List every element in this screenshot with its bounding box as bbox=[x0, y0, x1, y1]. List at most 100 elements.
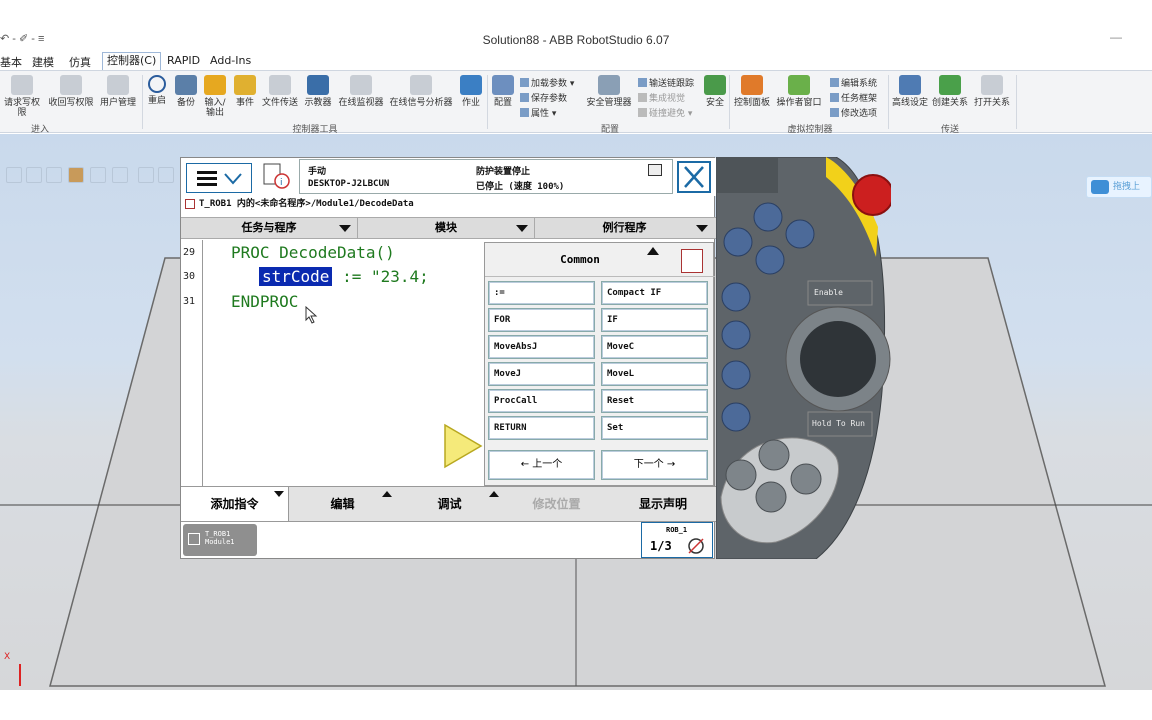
collision-icon bbox=[638, 108, 647, 117]
line-settings-button[interactable]: 高线设定 bbox=[890, 75, 930, 108]
backup-button[interactable]: 备份 bbox=[173, 75, 199, 108]
selected-token[interactable]: strCode bbox=[259, 267, 333, 286]
view-tool-icon[interactable] bbox=[90, 167, 106, 183]
tab-modules[interactable]: 模块 bbox=[358, 218, 535, 238]
menu-bar: 基本 建模 仿真 控制器(C) RAPID Add-Ins bbox=[0, 52, 1152, 70]
pendant-key-1[interactable] bbox=[724, 203, 752, 231]
load-parameters-button[interactable]: 加载参数 ▾ bbox=[520, 76, 574, 89]
step-back-button[interactable] bbox=[726, 460, 756, 490]
minimize-button[interactable]: — bbox=[1110, 30, 1122, 44]
instr-return[interactable]: RETURN bbox=[488, 416, 595, 440]
configuration-button[interactable]: 配置 bbox=[490, 75, 516, 108]
code-line[interactable]: strCode := "23.4; bbox=[259, 267, 429, 286]
debug-button[interactable]: 调试 bbox=[396, 487, 503, 521]
step-forward-button[interactable] bbox=[791, 464, 821, 494]
close-button[interactable] bbox=[677, 161, 711, 193]
show-declarations-button[interactable]: 显示声明 bbox=[610, 487, 716, 521]
edit-system-button[interactable]: 编辑系统 bbox=[830, 76, 877, 89]
tab-tasks-programs[interactable]: 任务与程序 bbox=[181, 218, 358, 238]
instr-if[interactable]: IF bbox=[601, 308, 708, 332]
flexpendant-icon bbox=[307, 75, 329, 95]
events-button[interactable]: 事件 bbox=[232, 75, 258, 108]
pendant-window-controls[interactable] bbox=[726, 162, 778, 174]
integrated-vision-button[interactable]: 集成视觉 bbox=[638, 91, 685, 104]
event-log-icon[interactable]: i bbox=[261, 162, 293, 192]
save-icon bbox=[520, 93, 529, 102]
jobs-button[interactable]: 作业 bbox=[458, 75, 484, 108]
create-relation-button[interactable]: 创建关系 bbox=[930, 75, 970, 108]
modify-position-button[interactable]: 修改位置 bbox=[503, 487, 610, 521]
restart-button[interactable]: 重启 bbox=[144, 75, 170, 106]
code-line[interactable]: ENDPROC bbox=[231, 292, 298, 311]
view-tool-icon[interactable] bbox=[6, 167, 22, 183]
online-monitor-button[interactable]: 在线监视器 bbox=[336, 75, 386, 108]
edit-button[interactable]: 编辑 bbox=[289, 487, 396, 521]
view-tool-icon[interactable] bbox=[46, 167, 62, 183]
instruction-list-icon[interactable] bbox=[681, 249, 703, 273]
instr-proccall[interactable]: ProcCall bbox=[488, 389, 595, 413]
user-management-button[interactable]: 用户管理 bbox=[98, 75, 138, 108]
menu-modeling[interactable]: 建模 bbox=[32, 54, 54, 70]
instr-moveabsj[interactable]: MoveAbsJ bbox=[488, 335, 595, 359]
signal-analyzer-button[interactable]: 在线信号分析器 bbox=[388, 75, 454, 108]
scroll-up-icon[interactable] bbox=[647, 247, 659, 255]
open-relation-button[interactable]: 打开关系 bbox=[972, 75, 1012, 108]
instr-movel[interactable]: MoveL bbox=[601, 362, 708, 386]
add-instruction-button[interactable]: 添加指令 bbox=[181, 487, 289, 521]
code-line[interactable]: PROC DecodeData() bbox=[231, 243, 395, 262]
operator-window-button[interactable]: 操作者窗口 bbox=[774, 75, 824, 108]
quickset-icon[interactable] bbox=[648, 164, 662, 176]
users-icon bbox=[107, 75, 129, 95]
view-tool-icon[interactable] bbox=[138, 167, 154, 183]
collision-avoidance-button[interactable]: 碰撞避免 ▾ bbox=[638, 106, 692, 119]
run-status: 已停止 (速度 100%) bbox=[476, 182, 565, 192]
view-tool-icon[interactable] bbox=[158, 167, 174, 183]
instr-assign[interactable]: := bbox=[488, 281, 595, 305]
io-button[interactable]: 输入/ 输出 bbox=[202, 75, 228, 118]
instr-movej[interactable]: MoveJ bbox=[488, 362, 595, 386]
teach-pendant-button[interactable]: 示教器 bbox=[302, 75, 334, 108]
instr-compact-if[interactable]: Compact IF bbox=[601, 281, 708, 305]
view-tool-icon[interactable] bbox=[68, 167, 84, 183]
task-frame-button[interactable]: 任务框架 bbox=[830, 91, 877, 104]
view-tool-icon[interactable] bbox=[112, 167, 128, 183]
next-page-button[interactable]: 下一个 → bbox=[601, 450, 708, 480]
ribbon: 请求写权限 收回写权限 用户管理 重启 备份 输入/ 输出 事件 文件传送 示教… bbox=[0, 70, 1152, 135]
joystick[interactable] bbox=[786, 307, 890, 411]
drag-hint-badge[interactable]: 拖拽上 bbox=[1086, 176, 1152, 198]
task-bar-item[interactable]: T_ROB1 Module1 bbox=[183, 524, 257, 556]
file-transfer-button[interactable]: 文件传送 bbox=[260, 75, 300, 108]
instr-movec[interactable]: MoveC bbox=[601, 335, 708, 359]
stop-button[interactable] bbox=[756, 482, 786, 512]
prev-page-button[interactable]: ← 上一个 bbox=[488, 450, 595, 480]
menu-simulation[interactable]: 仿真 bbox=[69, 54, 91, 70]
menu-basic[interactable]: 基本 bbox=[0, 54, 22, 70]
menu-controller[interactable]: 控制器(C) bbox=[102, 52, 162, 70]
vision-icon bbox=[638, 93, 647, 102]
code-editor[interactable]: 29 30 31 PROC DecodeData() strCode := "2… bbox=[181, 240, 483, 486]
safety-button[interactable]: 安全 bbox=[704, 75, 726, 108]
safety-manager-button[interactable]: 安全管理器 bbox=[584, 75, 634, 108]
menu-rapid[interactable]: RAPID bbox=[167, 54, 200, 67]
jobs-icon bbox=[460, 75, 482, 95]
save-parameters-button[interactable]: 保存参数 bbox=[520, 91, 567, 104]
view-tool-icon[interactable] bbox=[26, 167, 42, 183]
instr-set[interactable]: Set bbox=[601, 416, 708, 440]
release-write-button[interactable]: 收回写权限 bbox=[48, 75, 94, 108]
conveyor-tracking-button[interactable]: 输送链跟踪 bbox=[638, 76, 694, 89]
play-button[interactable] bbox=[756, 440, 786, 470]
instr-for[interactable]: FOR bbox=[488, 308, 595, 332]
request-write-button[interactable]: 请求写权限 bbox=[0, 75, 44, 118]
enable-button[interactable] bbox=[809, 282, 873, 306]
instr-reset[interactable]: Reset bbox=[601, 389, 708, 413]
control-panel-button[interactable]: 控制面板 bbox=[732, 75, 772, 108]
quickset-rob-button[interactable]: ROB_1 1/3 bbox=[641, 522, 713, 558]
modify-options-button[interactable]: 修改选项 bbox=[830, 106, 877, 119]
flexpendant-screen: i 手动 DESKTOP-J2LBCUN 防护装置停止 已停止 (速度 100%… bbox=[180, 157, 716, 559]
status-bar: 手动 DESKTOP-J2LBCUN 防护装置停止 已停止 (速度 100%) bbox=[299, 159, 673, 194]
hold-to-run-button[interactable] bbox=[809, 413, 873, 437]
menu-addins[interactable]: Add-Ins bbox=[210, 54, 251, 67]
tab-routines[interactable]: 例行程序 bbox=[535, 218, 714, 238]
properties-button[interactable]: 属性 ▾ bbox=[520, 106, 556, 119]
abb-menu-button[interactable] bbox=[186, 163, 252, 193]
